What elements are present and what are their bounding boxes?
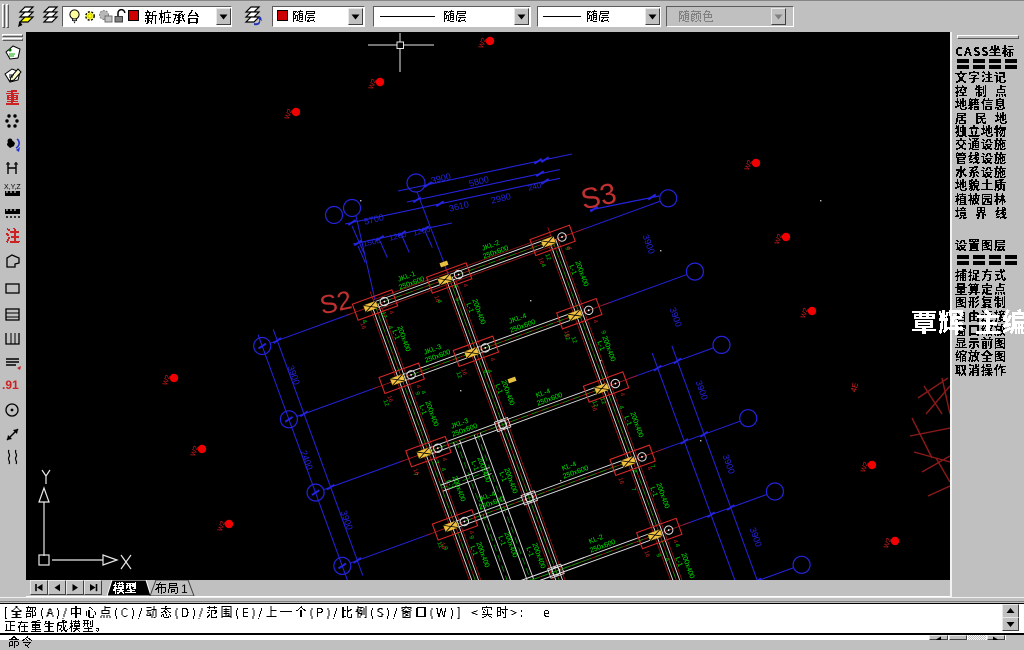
svg-text:X,Y,Z: X,Y,Z [4,184,21,191]
